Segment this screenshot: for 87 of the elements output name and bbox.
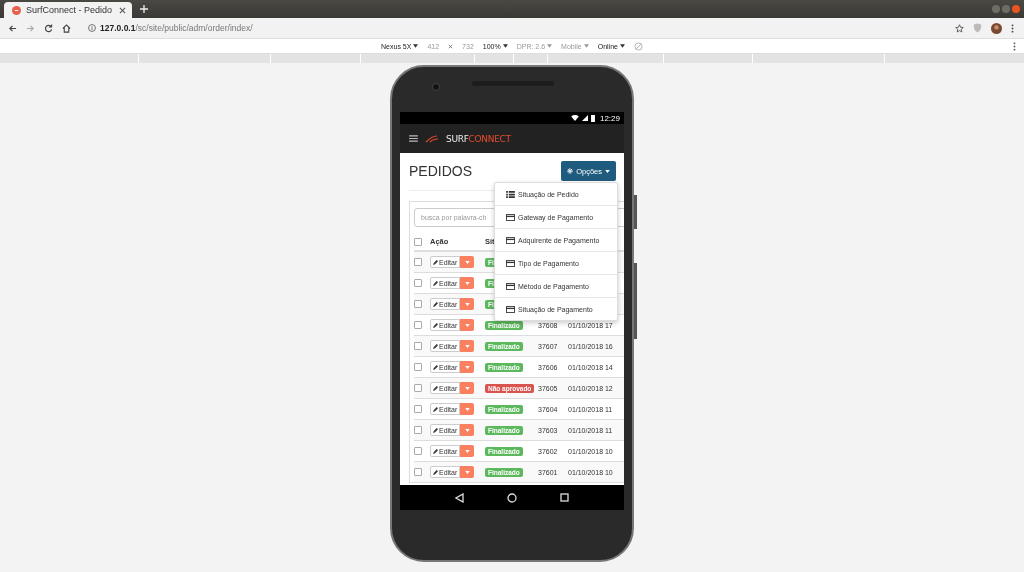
url-text[interactable]: 127.0.0.1/sc/site/public/adm/order/index/ [100,23,253,33]
caret-icon [547,44,553,48]
camera-icon [432,83,440,91]
edit-dropdown-button[interactable] [460,466,475,478]
caret-icon [464,386,470,390]
pencil-icon [433,385,438,391]
favicon-icon [12,5,21,15]
logo-icon [424,133,440,144]
caret-icon [502,44,508,48]
caret-icon [464,281,470,285]
menu-icon[interactable] [409,135,418,142]
page-title: PEDIDOS [409,163,472,179]
edit-dropdown-button[interactable] [460,298,475,310]
pencil-icon [433,259,438,265]
row-checkbox[interactable] [414,258,422,266]
card-icon [506,236,515,244]
card-icon [506,259,515,267]
list-icon [506,190,515,198]
reload-icon[interactable] [44,23,53,33]
times-icon [448,43,454,49]
window-controls-icon[interactable] [992,5,1020,13]
edit-dropdown-button[interactable] [460,403,475,415]
edit-dropdown-button[interactable] [460,445,475,457]
row-checkbox[interactable] [414,447,422,455]
select-all-checkbox[interactable] [414,237,422,246]
caret-icon [464,407,470,411]
pencil-icon [433,322,438,328]
pencil-icon [433,280,438,286]
edit-dropdown-button[interactable] [460,319,475,331]
caret-icon [464,323,470,327]
home-icon[interactable] [62,23,71,33]
edit-dropdown-button[interactable] [460,256,475,268]
edit-dropdown-button[interactable] [460,340,475,352]
card-icon [506,305,515,313]
caret-icon [464,449,470,453]
edit-dropdown-button[interactable] [460,361,475,373]
edit-dropdown-button[interactable] [460,277,475,289]
row-checkbox[interactable] [414,426,422,434]
row-checkbox[interactable] [414,468,422,476]
row-checkbox[interactable] [414,279,422,287]
caret-icon [583,44,589,48]
row-checkbox[interactable] [414,342,422,350]
caret-icon [605,169,610,173]
row-checkbox[interactable] [414,321,422,329]
avatar-icon[interactable] [991,22,1002,34]
more-icon[interactable] [1013,42,1016,51]
pencil-icon [433,301,438,307]
clock-time: 12:29 [599,113,620,123]
caret-icon [413,44,419,48]
rotate-icon[interactable] [633,41,643,51]
row-checkbox[interactable] [414,384,422,392]
caret-icon [464,344,470,348]
row-checkbox[interactable] [414,363,422,371]
back-icon[interactable] [8,23,17,33]
pencil-icon [433,343,438,349]
card-icon [506,282,515,290]
edit-dropdown-button[interactable] [460,382,475,394]
pencil-icon [433,448,438,454]
battery-icon [590,114,595,122]
caret-icon [464,260,470,264]
pencil-icon [433,469,438,475]
edit-dropdown-button[interactable] [460,424,475,436]
recents-icon[interactable] [559,493,569,502]
close-icon[interactable] [119,6,126,14]
signal-icon [581,115,588,121]
row-checkbox[interactable] [414,300,422,308]
caret-icon [619,44,625,48]
card-icon [506,213,515,221]
menu-icon[interactable] [1011,23,1014,33]
pencil-icon [433,364,438,370]
caret-icon [464,470,470,474]
wifi-icon [570,115,579,121]
browser-tab[interactable]: SurfConnect - Pedido [4,2,132,18]
gear-icon [567,168,574,174]
info-icon[interactable] [88,24,96,32]
pencil-icon [433,427,438,433]
caret-icon [464,365,470,369]
pencil-icon [433,406,438,412]
row-checkbox[interactable] [414,405,422,413]
star-icon[interactable] [955,23,964,33]
brand-name[interactable]: SURFCONNECT [446,133,511,144]
tab-title: SurfConnect - Pedido [26,5,114,15]
caret-icon [464,428,470,432]
forward-icon[interactable] [26,23,35,33]
new-tab-icon[interactable] [140,5,148,13]
caret-icon [464,302,470,306]
shield-icon[interactable] [973,23,982,33]
